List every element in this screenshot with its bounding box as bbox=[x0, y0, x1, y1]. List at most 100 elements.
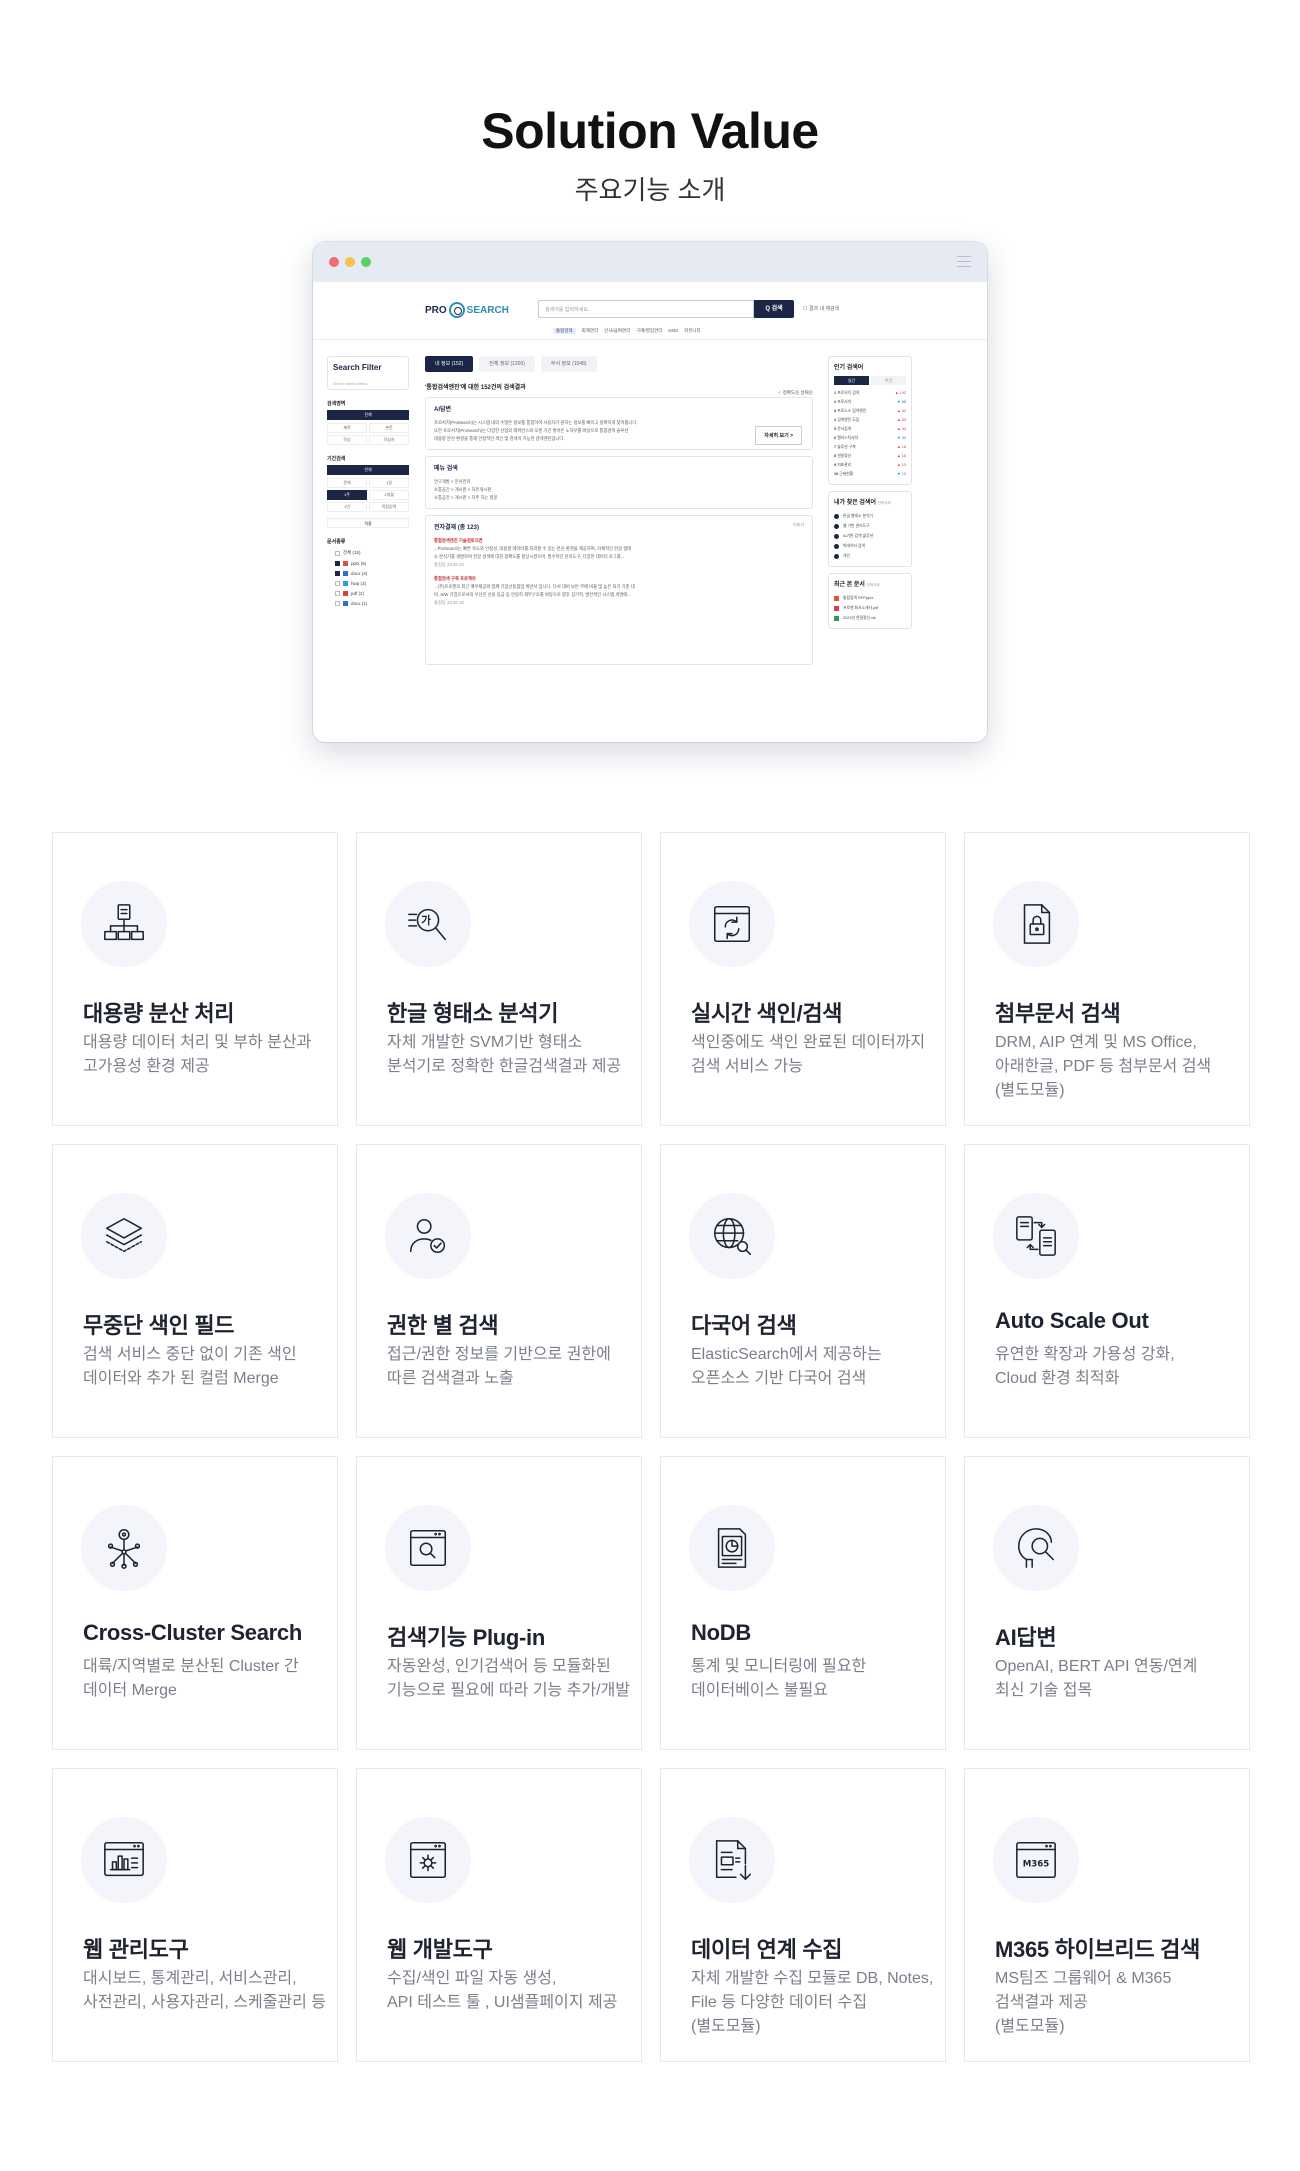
popular-keyword-item: 8 연말정산 ▲ 16 bbox=[834, 454, 906, 458]
ai-head-search-icon bbox=[993, 1505, 1079, 1591]
layers-icon bbox=[81, 1193, 167, 1279]
tab-dept-info: 부서 정보 (1048) bbox=[540, 356, 597, 372]
feature-description: 대시보드, 통계관리, 서비스관리, 사전관리, 사용자관리, 스케줄관리 등 bbox=[83, 1970, 327, 2011]
app-nav: 통합검색 회계관리 인사/급여관리 구매/영업관리 KMS 커뮤니티 bbox=[553, 328, 701, 334]
feature-card: 가한글 형태소 분석기자체 개발한 SVM기반 형태소 분석기로 정확한 한글검… bbox=[356, 832, 642, 1126]
popular-keyword-item: 2 프로서치 ▼ 88 bbox=[834, 400, 906, 404]
minimize-dot-icon bbox=[345, 257, 355, 267]
tab-my-info: 내 정보 (152) bbox=[425, 356, 474, 372]
feature-description: 색인중에도 색인 완료된 데이터까지 검색 서비스 가능 bbox=[691, 1034, 926, 1075]
feature-description: 자체 개발한 SVM기반 형태소 분석기로 정확한 한글검색결과 제공 bbox=[387, 1034, 622, 1075]
my-keyword-item: AI기반 검색 솔루션 bbox=[834, 531, 906, 541]
popular-keyword-item: 3 프로소스 검색엔진 ▲ 42 bbox=[834, 409, 906, 413]
maximize-dot-icon bbox=[361, 257, 371, 267]
popular-keyword-item: 5 문서검색 ▲ 43 bbox=[834, 427, 906, 431]
feature-description: ElasticSearch에서 제공하는 오픈소스 기반 다국어 검색 bbox=[691, 1346, 882, 1387]
hamburger-menu-icon bbox=[957, 256, 971, 267]
svg-text:가: 가 bbox=[421, 914, 431, 927]
feature-description: OpenAI, BERT API 연동/연계 최신 기술 접목 bbox=[995, 1658, 1198, 1699]
product-screenshot-mockup: PRO SEARCH 검색어를 입력하세요. Q 검색 ☐ 결과 내 재검색 통합… bbox=[313, 242, 987, 742]
m365-window-icon: M365 bbox=[993, 1817, 1079, 1903]
browser-gear-icon bbox=[385, 1817, 471, 1903]
tab-all-info: 전체 정보 (1200) bbox=[479, 356, 535, 372]
svg-text:M365: M365 bbox=[1023, 1860, 1050, 1870]
feature-description: 자체 개발한 수집 모듈로 DB, Notes, File 등 다양한 데이터 … bbox=[691, 1970, 934, 2035]
locked-document-icon bbox=[993, 881, 1079, 967]
feature-description: DRM, AIP 연계 및 MS Office, 아래한글, PDF 등 첨부문… bbox=[995, 1034, 1212, 1099]
search-filter-panel: Search Filter Set the search criteria 검색영… bbox=[327, 356, 409, 742]
app-header: PRO SEARCH 검색어를 입력하세요. Q 검색 ☐ 결과 내 재검색 통합… bbox=[313, 282, 987, 340]
feature-description: 통계 및 모니터링에 필요한 데이터베이스 불필요 bbox=[691, 1658, 867, 1699]
realtime-sync-icon bbox=[689, 881, 775, 967]
recent-documents: 최근 본 문서 전체삭제 통합검색 RFP.pptx 프로젠 회사소개서.pdf 2… bbox=[828, 573, 912, 629]
hangul-search-icon: 가 bbox=[385, 881, 471, 967]
distributed-server-icon bbox=[81, 881, 167, 967]
search-widgets: 인기 검색어 일간 주간 1 프로서치 검색 ▲ 192 2 프로서치 ▼ 88 3 프로… bbox=[828, 356, 912, 742]
doc-type-filter: docx (4) bbox=[327, 571, 409, 576]
feature-title: 실시간 색인/검색 bbox=[691, 1001, 843, 1026]
popular-keyword-item: 4 검색엔진 도입 ▲ 53 bbox=[834, 418, 906, 422]
feature-description: 수집/색인 파일 자동 생성, API 테스트 툴 , UI샘플페이지 제공 bbox=[387, 1970, 618, 2011]
browser-titlebar bbox=[313, 242, 987, 282]
popular-keywords: 인기 검색어 일간 주간 1 프로서치 검색 ▲ 192 2 프로서치 ▼ 88 3 프로… bbox=[828, 356, 912, 485]
feature-card: AI답변 OpenAI, BERT API 연동/연계 최신 기술 접목 bbox=[964, 1456, 1250, 1750]
feature-description: 접근/권한 정보를 기반으로 권한에 따른 검색결과 노출 bbox=[387, 1346, 611, 1387]
feature-title: 웹 관리도구 bbox=[83, 1937, 189, 1962]
feature-title: 권한 별 검색 bbox=[387, 1313, 499, 1338]
prosearch-logo: PRO SEARCH bbox=[425, 302, 509, 318]
doc-type-filter: hwp (3) bbox=[327, 581, 409, 586]
feature-card: 데이터 연계 수집 자체 개발한 수집 모듈로 DB, Notes, File 등… bbox=[660, 1768, 946, 2062]
feature-description: 유연한 확장과 가용성 강화, Cloud 환경 최적화 bbox=[995, 1346, 1175, 1387]
popular-keyword-item: 7 솔루션 구축 ▲ 18 bbox=[834, 445, 906, 449]
feature-card: 검색기능 Plug-in 자동완성, 인기검색어 등 모듈화된 기능으로 필요에 … bbox=[356, 1456, 642, 1750]
cluster-nodes-icon bbox=[81, 1505, 167, 1591]
research-checkbox: ☐ 결과 내 재검색 bbox=[803, 306, 840, 312]
logo-ring-icon bbox=[448, 302, 465, 318]
feature-card: M365 M365 하이브리드 검색 MS팀즈 그룹웨어 & M365 검색결과 제… bbox=[964, 1768, 1250, 2062]
my-keyword-item: 웹 기반 관리도구 bbox=[834, 521, 906, 531]
recent-doc-item: 프로젠 회사소개서.pdf bbox=[834, 603, 906, 613]
doc-type-filter: pdf (2) bbox=[327, 591, 409, 596]
search-results: 내 정보 (152) 전체 정보 (1200) 부서 정보 (1048) '통합… bbox=[425, 356, 813, 742]
my-keyword-item: 한글 형태소 분석기 bbox=[834, 511, 906, 521]
feature-description: 대용량 데이터 처리 및 부하 분산과 고가용성 환경 제공 bbox=[83, 1034, 312, 1075]
feature-title: 다국어 검색 bbox=[691, 1313, 797, 1338]
recent-doc-item: 통합검색 RFP.pptx bbox=[834, 593, 906, 603]
feature-card: Cross-Cluster Search 대륙/지역별로 분산된 Cluster … bbox=[52, 1456, 338, 1750]
document-chart-icon bbox=[689, 1505, 775, 1591]
close-dot-icon bbox=[329, 257, 339, 267]
browser-search-icon bbox=[385, 1505, 471, 1591]
dashboard-chart-icon bbox=[81, 1817, 167, 1903]
feature-description: MS팀즈 그룹웨어 & M365 검색결과 제공 (별도모듈) bbox=[995, 1970, 1172, 2035]
feature-title: 한글 형태소 분석기 bbox=[387, 1001, 559, 1026]
feature-card: 다국어 검색 ElasticSearch에서 제공하는 오픈소스 기반 다국어 검… bbox=[660, 1144, 946, 1438]
feature-title: 첨부문서 검색 bbox=[995, 1001, 1121, 1026]
feature-card: 첨부문서 검색 DRM, AIP 연계 및 MS Office, 아래한글, PD… bbox=[964, 832, 1250, 1126]
devices-sync-icon bbox=[993, 1193, 1079, 1279]
feature-title: 검색기능 Plug-in bbox=[387, 1625, 546, 1650]
feature-card: 무중단 색인 필드 검색 서비스 중단 없이 기존 색인 데이터와 추가 된 컬럼… bbox=[52, 1144, 338, 1438]
my-keywords: 내가 찾은 검색어 전체삭제 한글 형태소 분석기 웹 기반 관리도구 AI기반 검… bbox=[828, 491, 912, 567]
search-input: 검색어를 입력하세요. bbox=[538, 300, 754, 318]
popular-keyword-item: 10 근태현황 ▼ 12 bbox=[834, 472, 906, 476]
user-check-icon bbox=[385, 1193, 471, 1279]
ai-answer-card: AI답변 프로서치(ProSearch)는 시스템 내의 수많은 정보를 통합하… bbox=[425, 397, 813, 450]
globe-search-icon bbox=[689, 1193, 775, 1279]
feature-title: Auto Scale Out bbox=[995, 1308, 1149, 1333]
my-keyword-item: 색인 bbox=[834, 551, 906, 561]
recent-doc-item: 2023년 연말정산.xls bbox=[834, 613, 906, 623]
approval-docs-card: 전자결재 (총 123) 더보기 통합검색엔진 기술검토의견 ...ProSea… bbox=[425, 515, 813, 665]
feature-card: 실시간 색인/검색색인중에도 색인 완료된 데이터까지 검색 서비스 가능 bbox=[660, 832, 946, 1126]
doc-type-filter: docx (1) bbox=[327, 601, 409, 606]
feature-title: 대용량 분산 처리 bbox=[83, 1001, 235, 1026]
feature-description: 검색 서비스 중단 없이 기존 색인 데이터와 추가 된 컬럼 Merge bbox=[83, 1346, 297, 1387]
doc-type-filter: pptx (5) bbox=[327, 561, 409, 566]
feature-card: 웹 개발도구수집/색인 파일 자동 생성, API 테스트 툴 , UI샘플페이… bbox=[356, 1768, 642, 2062]
document-download-icon bbox=[689, 1817, 775, 1903]
section-title: Solution Value bbox=[481, 103, 819, 159]
feature-title: 웹 개발도구 bbox=[387, 1937, 493, 1962]
popular-keyword-item: 1 프로서치 검색 ▲ 192 bbox=[834, 391, 906, 395]
my-keyword-item: 빅데이터 검색 bbox=[834, 541, 906, 551]
feature-card: 대용량 분산 처리대용량 데이터 처리 및 부하 분산과 고가용성 환경 제공 bbox=[52, 832, 338, 1126]
feature-title: M365 하이브리드 검색 bbox=[995, 1937, 1201, 1962]
